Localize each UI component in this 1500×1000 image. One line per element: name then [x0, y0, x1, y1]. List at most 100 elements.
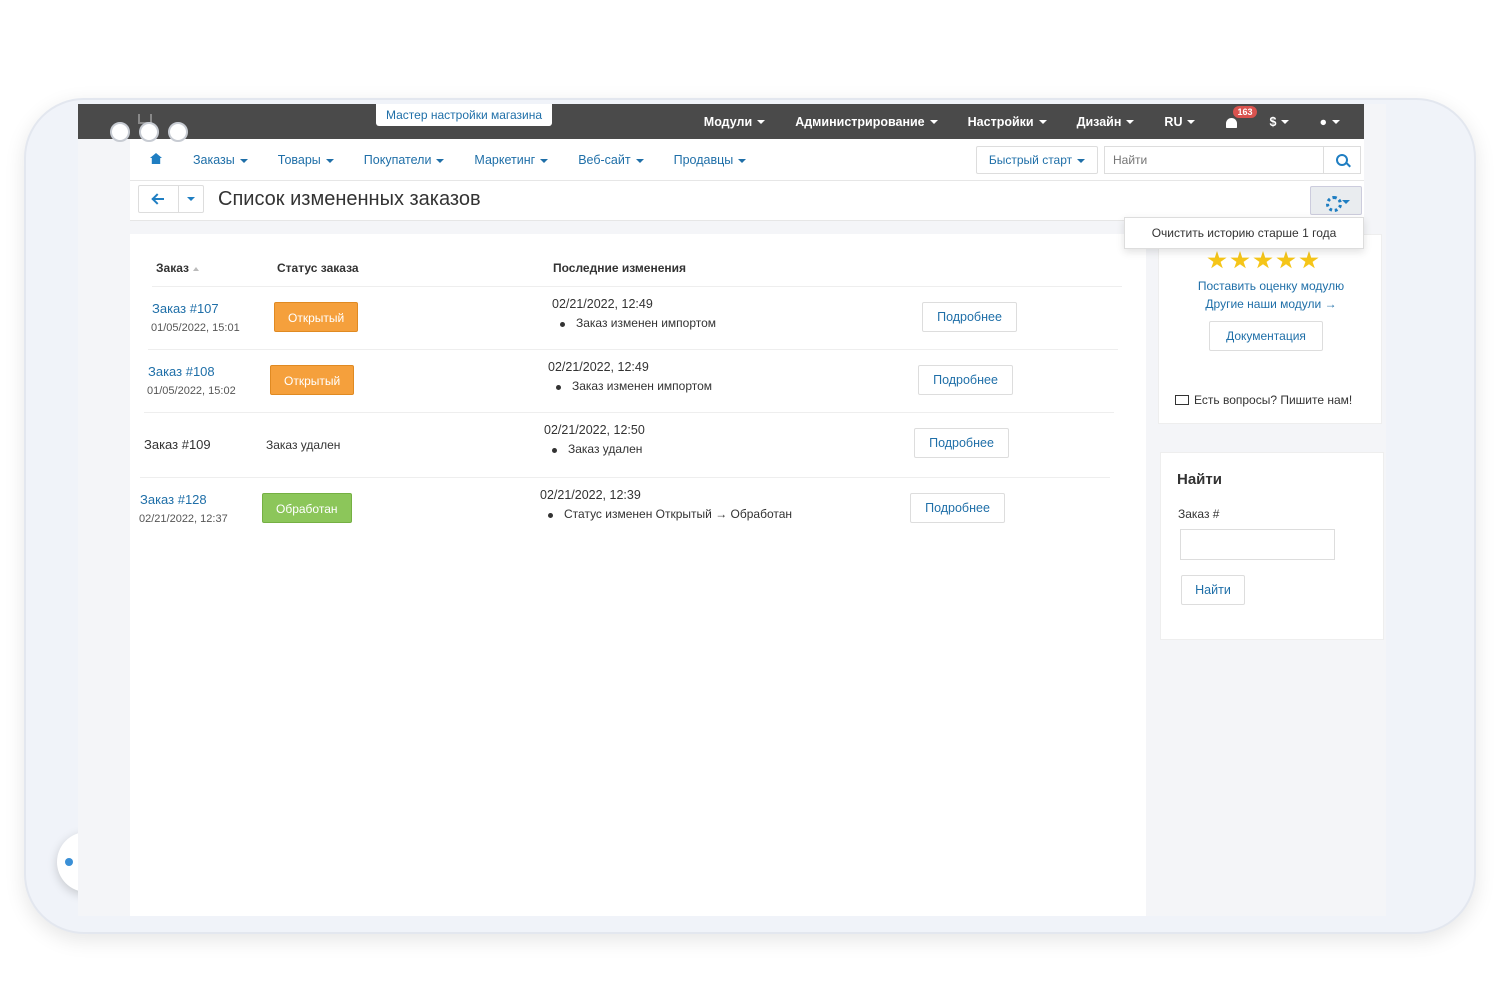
chevron-down-icon: [187, 197, 195, 201]
documentation-button[interactable]: Документация: [1209, 321, 1323, 351]
nav-products-label: Товары: [277, 153, 321, 167]
menu-design[interactable]: Дизайн: [1077, 115, 1135, 129]
status-badge: Открытый: [270, 365, 355, 395]
menu-settings[interactable]: Настройки: [968, 115, 1047, 129]
chevron-down-icon: [929, 120, 938, 125]
details-button[interactable]: Подробнее: [914, 428, 1009, 458]
chevron-down-icon: [239, 158, 248, 163]
user-icon: ●: [1319, 114, 1327, 129]
sort-asc-icon: [192, 266, 199, 271]
details-button[interactable]: Подробнее: [910, 493, 1005, 523]
change-item: Заказ изменен импортом: [555, 379, 713, 393]
menu-design-label: Дизайн: [1076, 114, 1122, 129]
chevron-down-icon: [1126, 120, 1135, 125]
details-button[interactable]: Подробнее: [918, 365, 1013, 395]
order-number-label: Заказ #: [1178, 507, 1220, 521]
chevron-down-icon: [757, 120, 766, 125]
order-link[interactable]: Заказ #128: [140, 492, 207, 507]
nav-customers-label: Покупатели: [363, 153, 432, 167]
order-link[interactable]: Заказ #108: [148, 364, 215, 379]
search-icon[interactable]: [1323, 146, 1361, 174]
chevron-down-icon: [540, 158, 549, 163]
star-icon: [1230, 251, 1250, 269]
search-input[interactable]: [1104, 146, 1324, 174]
order-link[interactable]: Заказ #107: [152, 301, 219, 316]
change-text: Заказ изменен импортом: [576, 316, 717, 330]
order-number-input[interactable]: [1180, 529, 1335, 560]
nav-vendors[interactable]: Продавцы: [674, 153, 747, 167]
order-header-label: Заказ: [156, 261, 189, 275]
language-label: RU: [1164, 114, 1183, 129]
table-row: Заказ #109 Заказ удален 02/21/2022, 12:5…: [144, 412, 1114, 475]
menu-settings-label: Настройки: [967, 114, 1034, 129]
rating-stars[interactable]: [1207, 251, 1319, 270]
details-button[interactable]: Подробнее: [922, 302, 1017, 332]
find-button[interactable]: Найти: [1181, 575, 1245, 605]
envelope-icon: [1175, 395, 1189, 405]
chevron-down-icon: [1332, 120, 1340, 125]
nav-customers[interactable]: Покупатели: [364, 153, 445, 167]
chevron-down-icon: [1038, 120, 1047, 125]
change-date: 02/21/2022, 12:49: [548, 360, 649, 374]
language-selector[interactable]: RU: [1164, 114, 1196, 129]
notifications-bell-icon[interactable]: 163: [1225, 105, 1257, 129]
currency-selector[interactable]: $: [1269, 114, 1290, 129]
arrow-left-icon[interactable]: [139, 186, 179, 212]
change-date: 02/21/2022, 12:49: [552, 297, 653, 311]
page-title: Список измененных заказов: [218, 188, 481, 210]
page-header: Список измененных заказов: [130, 181, 1364, 221]
demo-store-icon: [65, 858, 73, 866]
setup-wizard-button[interactable]: Мастер настройки магазина: [376, 104, 553, 126]
nav-marketing[interactable]: Маркетинг: [474, 153, 549, 167]
back-dropdown[interactable]: [179, 186, 203, 212]
back-button-group: [138, 185, 204, 213]
star-icon: [1253, 251, 1273, 269]
currency-label: $: [1269, 114, 1277, 129]
change-item: Заказ изменен импортом: [559, 316, 717, 330]
menu-administration-label: Администрирование: [795, 114, 925, 129]
nav-vendors-label: Продавцы: [673, 153, 734, 167]
nav-website-label: Веб-сайт: [578, 153, 631, 167]
module-info-panel: Поставить оценку модулю Другие наши моду…: [1158, 234, 1382, 424]
nav-orders[interactable]: Заказы: [193, 153, 248, 167]
order-label: Заказ #109: [144, 437, 211, 452]
chevron-down-icon: [1187, 120, 1196, 125]
order-date: 02/21/2022, 12:37: [139, 513, 228, 525]
status-column-header: Статус заказа: [277, 261, 359, 275]
order-date: 01/05/2022, 15:02: [147, 385, 236, 397]
chevron-down-icon: [1342, 200, 1350, 204]
change-text: Статус изменен Открытый → Обработан: [564, 507, 793, 521]
orders-panel: Заказ Статус заказа Последние изменения …: [130, 234, 1146, 916]
quick-start-button[interactable]: Быстрый старт: [976, 146, 1098, 174]
change-item: Статус изменен Открытый → Обработан: [547, 507, 793, 521]
change-text: Заказ удален: [568, 442, 643, 456]
order-column-header[interactable]: Заказ: [156, 261, 199, 275]
other-modules-link[interactable]: Другие наши модули →: [1159, 297, 1383, 311]
contact-label: Есть вопросы? Пишите нам!: [1194, 393, 1353, 407]
home-icon[interactable]: [150, 153, 162, 164]
change-date: 02/21/2022, 12:39: [540, 488, 641, 502]
gear-icon[interactable]: [1310, 186, 1362, 215]
star-icon: [1276, 251, 1296, 269]
camera-dots: [110, 122, 188, 142]
change-text: Заказ изменен импортом: [572, 379, 713, 393]
contact-link[interactable]: Есть вопросы? Пишите нам!: [1175, 393, 1352, 407]
top-bar: Мастер настройки магазина Модули Админис…: [78, 104, 1364, 139]
table-row: Заказ #128 02/21/2022, 12:37 Обработан 0…: [139, 477, 1110, 540]
notification-count-badge: 163: [1233, 105, 1257, 118]
nav-products[interactable]: Товары: [278, 153, 334, 167]
rate-module-link[interactable]: Поставить оценку модулю: [1159, 279, 1383, 293]
nav-website[interactable]: Веб-сайт: [578, 153, 644, 167]
user-menu[interactable]: ●: [1319, 115, 1340, 129]
menu-administration[interactable]: Администрирование: [795, 114, 938, 129]
chevron-down-icon: [1077, 158, 1086, 163]
clear-history-menu-item[interactable]: Очистить историю старше 1 года: [1124, 217, 1364, 249]
star-icon: [1207, 251, 1227, 269]
quick-start-label: Быстрый старт: [988, 153, 1073, 167]
top-nav: Модули Администрирование Настройки Дизай…: [704, 104, 1340, 139]
nav-orders-label: Заказы: [193, 153, 235, 167]
change-item: Заказ удален: [551, 442, 643, 456]
star-icon: [1299, 251, 1319, 269]
chevron-down-icon: [738, 158, 747, 163]
menu-modules[interactable]: Модули: [704, 115, 766, 129]
